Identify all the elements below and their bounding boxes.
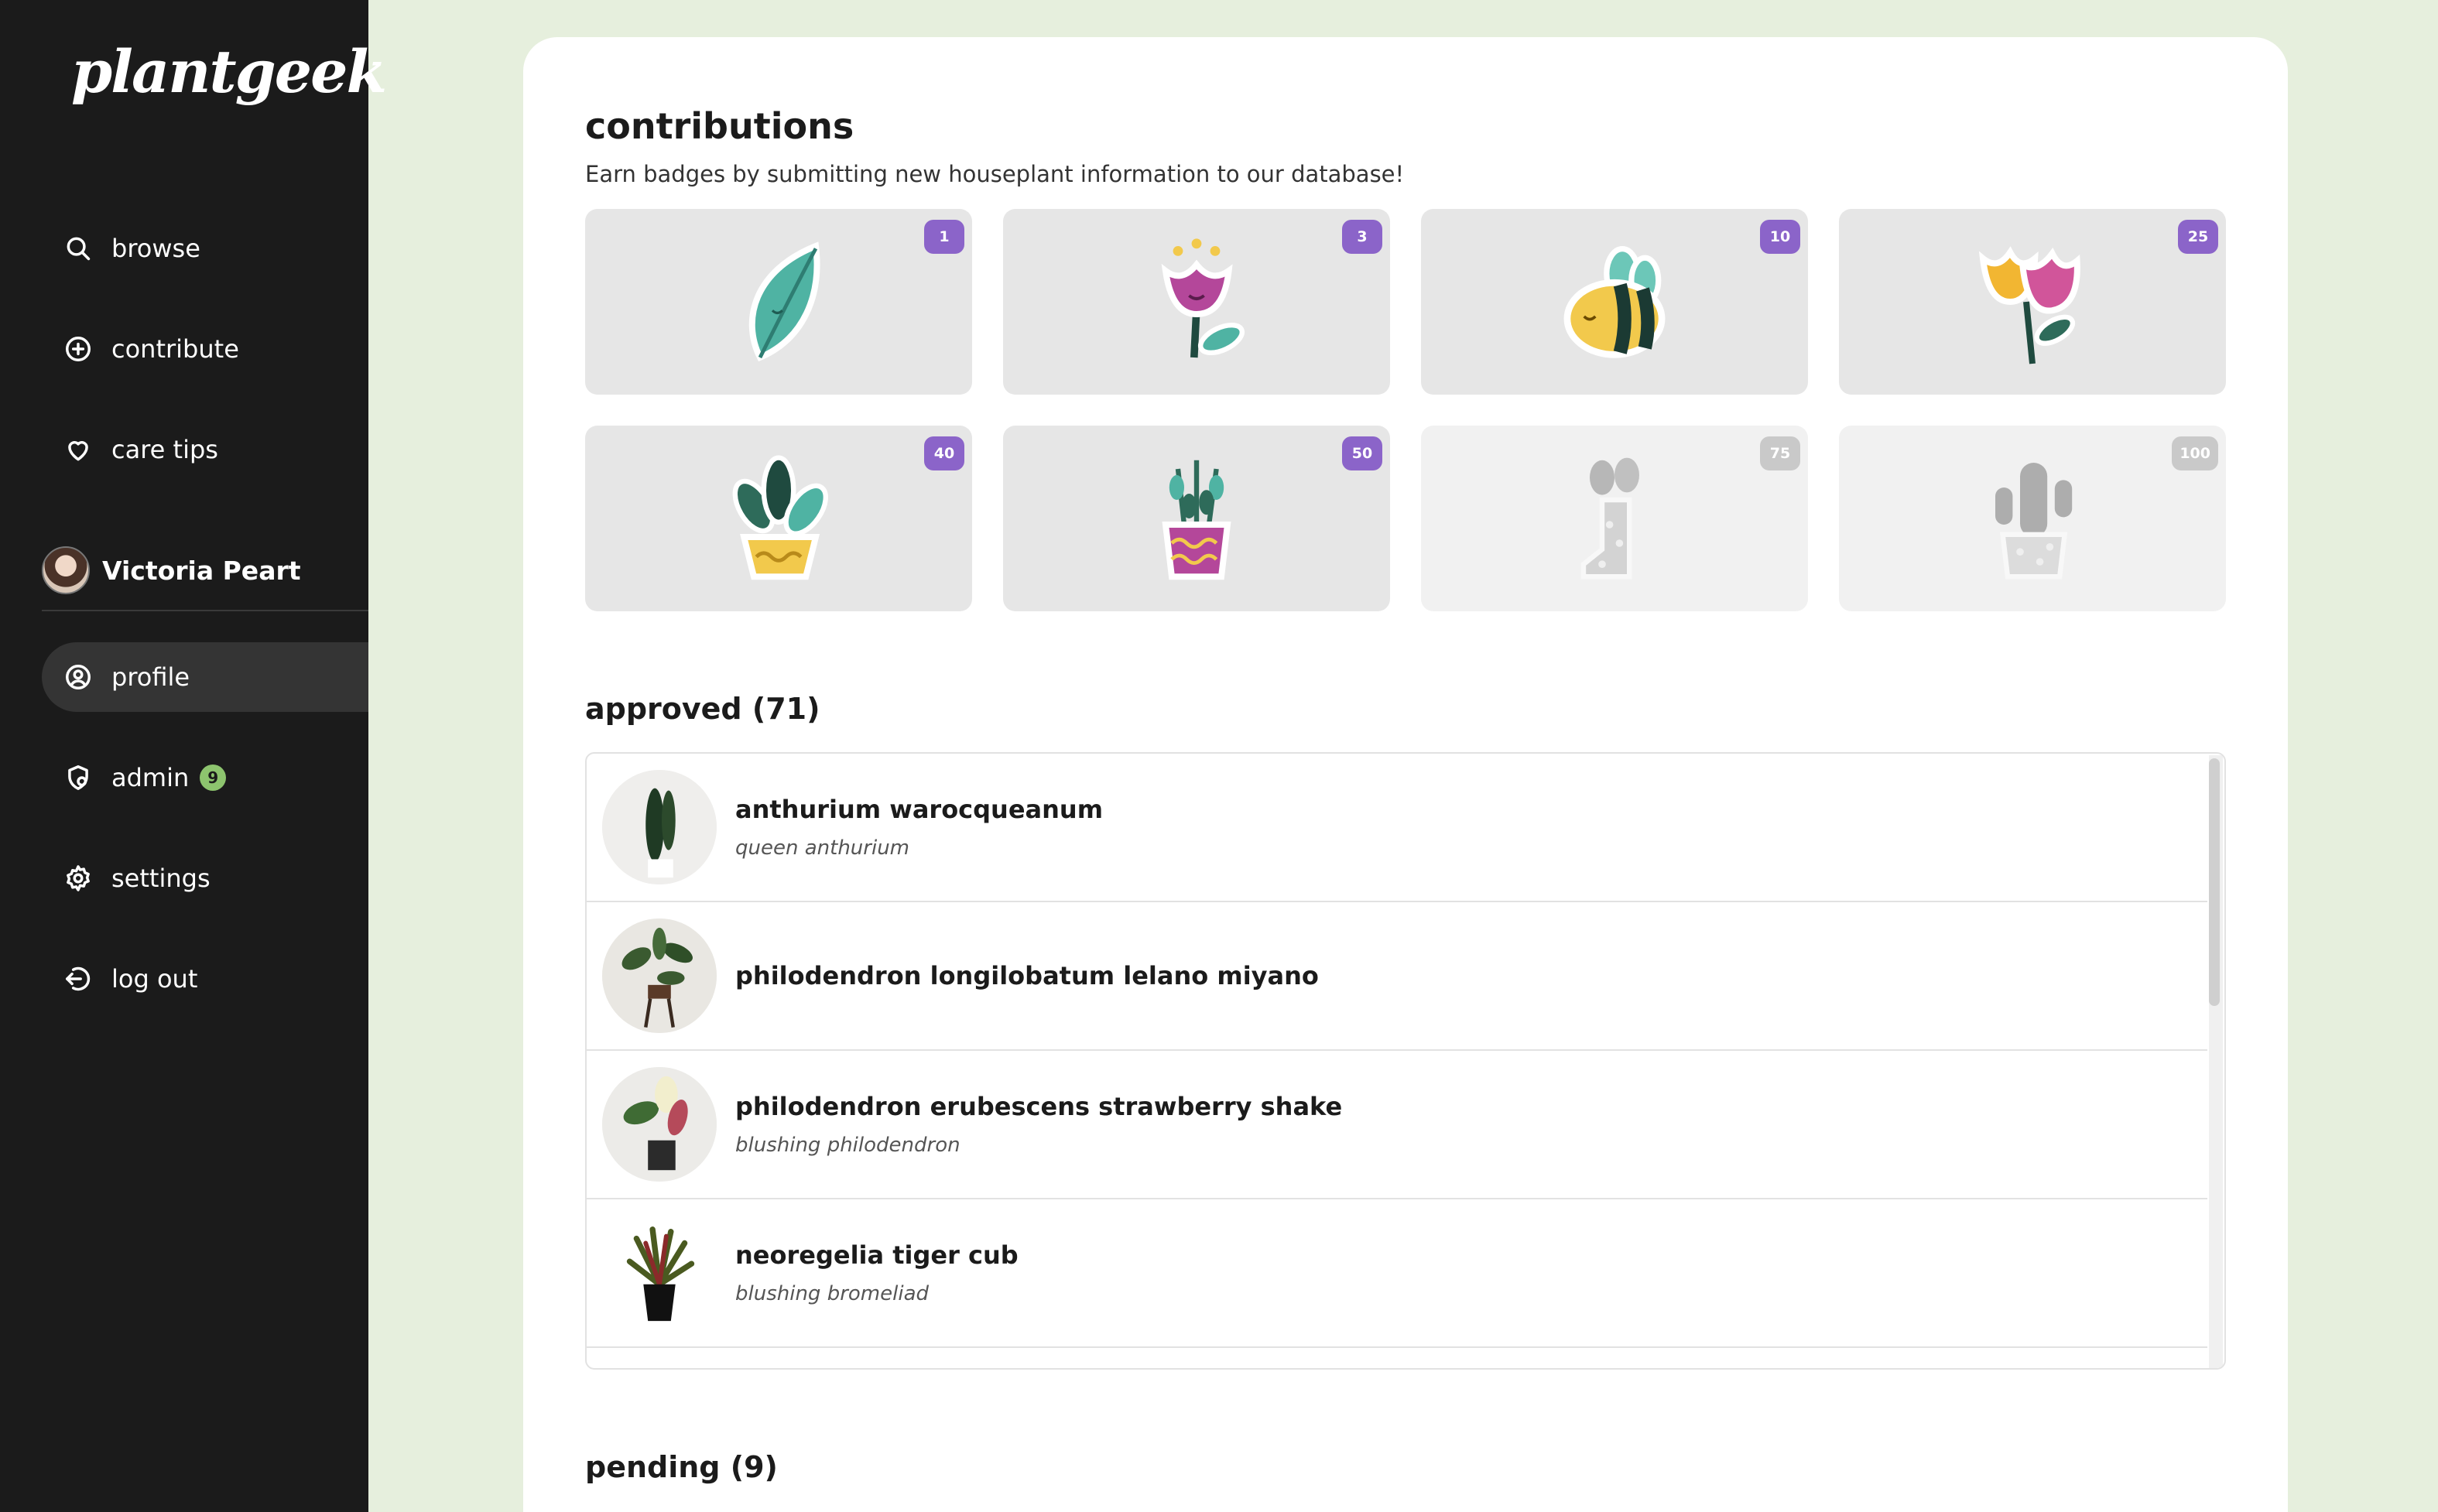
badge-count: 1 bbox=[924, 220, 964, 254]
badge-count: 50 bbox=[1342, 436, 1382, 470]
list-scrollbar[interactable] bbox=[2209, 755, 2223, 1368]
badge-tile[interactable]: 50 bbox=[1003, 426, 1390, 611]
plant-thumbnail bbox=[602, 770, 717, 884]
nav-logout-label: log out bbox=[111, 964, 198, 994]
nav-settings[interactable]: settings bbox=[42, 843, 368, 913]
badge-tile[interactable]: 25 bbox=[1839, 209, 2226, 395]
badge-grid: 1 3 10 25 40 50 75 100 bbox=[585, 209, 2226, 611]
potted-plant-icon bbox=[732, 455, 828, 580]
badge-count: 100 bbox=[2172, 436, 2218, 470]
badge-count: 25 bbox=[2178, 220, 2218, 254]
user-profile-summary[interactable]: Victoria Peart bbox=[42, 545, 301, 596]
nav-care-tips[interactable]: care tips bbox=[42, 415, 368, 484]
nav-logout[interactable]: log out bbox=[42, 944, 368, 1014]
sidebar-divider bbox=[42, 610, 368, 611]
badge-count: 10 bbox=[1760, 220, 1800, 254]
badge-tile[interactable]: 3 bbox=[1003, 209, 1390, 395]
plant-common-name: blushing bromeliad bbox=[735, 1282, 930, 1305]
approved-list: anthurium warocqueanum queen anthurium p… bbox=[585, 752, 2226, 1370]
plus-circle-icon bbox=[60, 331, 96, 367]
pending-title: pending (9) bbox=[585, 1450, 778, 1484]
badge-tile[interactable]: 1 bbox=[585, 209, 972, 395]
plant-thumbnail bbox=[602, 918, 717, 1033]
nav-admin[interactable]: admin 9 bbox=[42, 743, 368, 812]
plant-common-name: queen anthurium bbox=[735, 836, 909, 860]
nav-profile-label: profile bbox=[111, 662, 190, 692]
nav-care-tips-label: care tips bbox=[111, 435, 218, 464]
badge-count: 40 bbox=[924, 436, 964, 470]
plant-name: anthurium warocqueanum bbox=[735, 795, 1104, 824]
bee-icon bbox=[1563, 246, 1666, 358]
badge-tile-locked[interactable]: 75 bbox=[1421, 426, 1808, 611]
list-item[interactable]: philodendron longilobatum lelano miyano bbox=[587, 902, 2207, 1051]
plant-thumbnail bbox=[602, 1067, 717, 1182]
contributions-subtitle: Earn badges by submitting new houseplant… bbox=[585, 161, 1405, 187]
boot-planter-icon bbox=[1580, 457, 1639, 580]
plant-name: neoregelia tiger cub bbox=[735, 1240, 1019, 1270]
plant-thumbnail bbox=[602, 1216, 717, 1330]
avatar bbox=[42, 546, 90, 594]
list-item[interactable]: neoregelia tiger cub blushing bromeliad bbox=[587, 1199, 2207, 1348]
plant-name: philodendron longilobatum lelano miyano bbox=[735, 961, 1319, 990]
leaf-icon bbox=[748, 241, 820, 362]
contributions-title: contributions bbox=[585, 105, 854, 147]
herb-pot-icon bbox=[1162, 460, 1231, 580]
logout-icon bbox=[60, 961, 96, 997]
user-circle-icon bbox=[60, 659, 96, 695]
cactus-icon bbox=[1995, 463, 2073, 580]
flowers-icon bbox=[1978, 246, 2080, 364]
sidebar: plantgeek browse contribute care tips Vi… bbox=[0, 0, 387, 1512]
nav-admin-label: admin bbox=[111, 763, 190, 792]
plant-common-name: blushing philodendron bbox=[735, 1134, 960, 1157]
badge-count: 3 bbox=[1342, 220, 1382, 254]
heart-icon bbox=[60, 432, 96, 467]
badge-tile[interactable]: 40 bbox=[585, 426, 972, 611]
nav-contribute-label: contribute bbox=[111, 334, 239, 364]
plant-name: philodendron erubescens strawberry shake bbox=[735, 1092, 1343, 1121]
gear-icon bbox=[60, 860, 96, 896]
nav-profile[interactable]: profile bbox=[42, 642, 368, 712]
badge-tile[interactable]: 10 bbox=[1421, 209, 1808, 395]
tulip-icon bbox=[1161, 238, 1245, 358]
badge-tile-locked[interactable]: 100 bbox=[1839, 426, 2226, 611]
list-item[interactable]: philodendron erubescens strawberry shake… bbox=[587, 1051, 2207, 1199]
profile-card: contributions Earn badges by submitting … bbox=[523, 37, 2288, 1512]
search-icon bbox=[60, 231, 96, 266]
approved-title: approved (71) bbox=[585, 692, 820, 726]
nav-settings-label: settings bbox=[111, 864, 211, 893]
nav-browse-label: browse bbox=[111, 234, 200, 263]
list-item[interactable]: anthurium warocqueanum queen anthurium bbox=[587, 754, 2207, 902]
shield-user-icon bbox=[60, 760, 96, 795]
user-name: Victoria Peart bbox=[102, 555, 301, 586]
app-logo[interactable]: plantgeek bbox=[71, 37, 387, 106]
scrollbar-thumb[interactable] bbox=[2209, 758, 2220, 1006]
nav-contribute[interactable]: contribute bbox=[42, 314, 368, 384]
nav-browse[interactable]: browse bbox=[42, 214, 368, 283]
admin-count-badge: 9 bbox=[200, 765, 227, 791]
badge-count: 75 bbox=[1760, 436, 1800, 470]
